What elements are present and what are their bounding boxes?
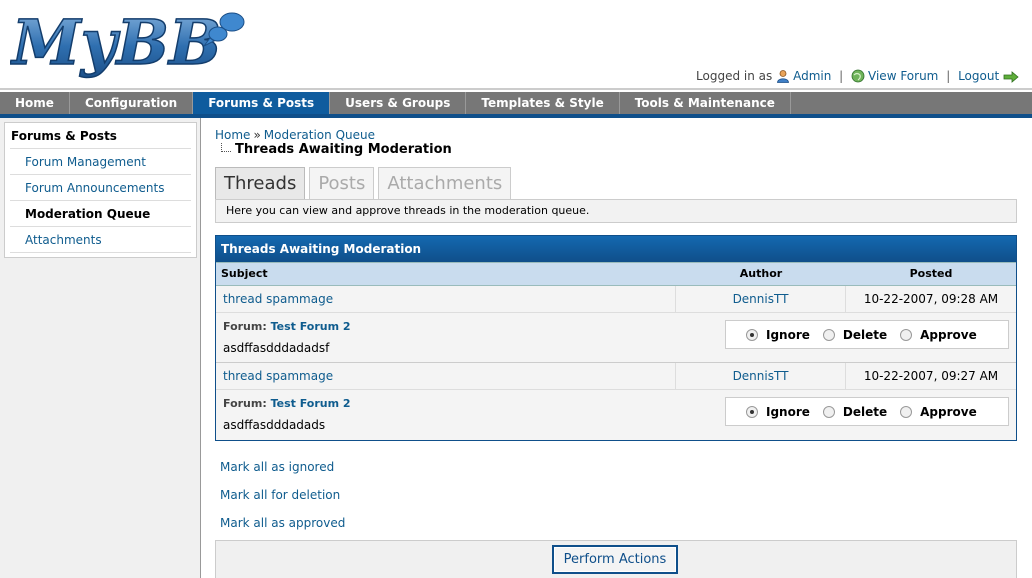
mark-all-approved-link[interactable]: Mark all as approved	[220, 516, 345, 530]
breadcrumb-home[interactable]: Home	[215, 128, 250, 142]
sidebar-item-attachments[interactable]: Attachments	[10, 227, 191, 253]
thread-posted-date: 10-22-2007, 09:27 AM	[863, 369, 999, 383]
main-nav: Home Configuration Forums & Posts Users …	[0, 92, 1032, 114]
userbar: Logged in as Admin | View Forum | Logout	[696, 69, 1022, 86]
thread-subject-link[interactable]: thread spammage	[223, 369, 333, 383]
forum-label: Forum:	[223, 320, 267, 333]
forum-label: Forum:	[223, 397, 267, 410]
action-delete-label: Delete	[842, 404, 888, 419]
nav-templates-style[interactable]: Templates & Style	[466, 92, 620, 114]
sidebar-item-forum-announcements[interactable]: Forum Announcements	[10, 175, 191, 201]
sidebar-menu: Forums & Posts Forum Management Forum An…	[4, 122, 197, 258]
radio-approve[interactable]	[900, 328, 913, 341]
radio-ignore[interactable]	[746, 328, 758, 341]
nav-home[interactable]: Home	[0, 92, 70, 114]
action-delete[interactable]: Delete	[822, 327, 888, 342]
tab-threads[interactable]: Threads	[215, 167, 306, 200]
sidebar-item-forum-management[interactable]: Forum Management	[10, 149, 191, 175]
nav-configuration[interactable]: Configuration	[70, 92, 194, 114]
thread-action-group: Ignore Delete Approve	[725, 320, 1009, 349]
action-ignore[interactable]: Ignore	[746, 405, 810, 419]
action-approve-label: Approve	[920, 327, 977, 342]
tab-description: Here you can view and approve threads in…	[215, 199, 1017, 223]
sidebar-column: Forums & Posts Forum Management Forum An…	[0, 118, 201, 578]
thread-subject-link[interactable]: thread spammage	[223, 292, 333, 306]
tab-bar: Threads Posts Attachments	[215, 167, 515, 200]
mark-all-ignored-link[interactable]: Mark all as ignored	[220, 460, 334, 474]
nav-forums-posts[interactable]: Forums & Posts	[193, 92, 331, 114]
thread-forum: Forum: Test Forum 2	[223, 320, 351, 333]
breadcrumb-separator: »	[253, 128, 261, 142]
perform-actions-button[interactable]: Perform Actions	[552, 545, 678, 574]
thread-author-link[interactable]: DennisTT	[733, 292, 789, 306]
mark-all-links: Mark all as ignored Mark all for deletio…	[220, 457, 345, 541]
sidebar-item-moderation-queue[interactable]: Moderation Queue	[10, 201, 191, 227]
thread-action-group: Ignore Delete Approve	[725, 397, 1009, 426]
breadcrumb-moderation-queue[interactable]: Moderation Queue	[264, 128, 375, 142]
action-ignore-label: Ignore	[766, 404, 810, 419]
mark-all-deletion-link[interactable]: Mark all for deletion	[220, 488, 340, 502]
separator: |	[946, 69, 951, 83]
table-row-detail: Forum: Test Forum 2 asdffasdddadadsf Ign…	[216, 313, 1016, 363]
column-subject: Subject	[221, 267, 268, 280]
action-ignore-label: Ignore	[766, 327, 810, 342]
table-row-detail: Forum: Test Forum 2 asdffasdddadads Igno…	[216, 390, 1016, 440]
breadcrumb: Home» Moderation Queue	[215, 128, 375, 142]
nav-users-groups[interactable]: Users & Groups	[330, 92, 467, 114]
table-row: thread spammage DennisTT 10-22-2007, 09:…	[216, 286, 1016, 313]
logout-link[interactable]: Logout	[958, 69, 999, 83]
thread-author-link[interactable]: DennisTT	[733, 369, 789, 383]
forum-link[interactable]: Test Forum 2	[271, 320, 351, 333]
mybb-logo-icon: MyBB	[9, 5, 245, 80]
thread-forum: Forum: Test Forum 2	[223, 397, 351, 410]
thread-message: asdffasdddadadsf	[223, 341, 330, 355]
action-delete[interactable]: Delete	[822, 404, 888, 419]
moderation-table: Threads Awaiting Moderation Subject Auth…	[215, 235, 1017, 441]
view-forum-link[interactable]: View Forum	[868, 69, 938, 83]
radio-delete[interactable]	[822, 405, 835, 418]
logged-in-label: Logged in as	[696, 69, 773, 83]
submit-bar: Perform Actions	[215, 540, 1017, 578]
table-title: Threads Awaiting Moderation	[216, 236, 1016, 262]
thread-message: asdffasdddadads	[223, 418, 326, 432]
column-author: Author	[739, 267, 783, 280]
user-link[interactable]: Admin	[793, 69, 831, 83]
radio-ignore[interactable]	[746, 405, 758, 418]
tab-attachments[interactable]: Attachments	[378, 167, 512, 199]
forum-link[interactable]: Test Forum 2	[271, 397, 351, 410]
sidebar-title: Forums & Posts	[10, 126, 191, 149]
column-posted: Posted	[909, 267, 953, 280]
nav-tools-maintenance[interactable]: Tools & Maintenance	[620, 92, 791, 114]
arrow-right-icon	[1003, 71, 1019, 86]
action-ignore[interactable]: Ignore	[746, 328, 810, 342]
svg-text:MyBB: MyBB	[10, 6, 221, 79]
tab-posts[interactable]: Posts	[309, 167, 375, 199]
table-row: thread spammage DennisTT 10-22-2007, 09:…	[216, 363, 1016, 390]
globe-icon	[851, 69, 865, 86]
header-divider	[0, 88, 1032, 90]
action-delete-label: Delete	[842, 327, 888, 342]
table-column-headers: Subject Author Posted	[216, 262, 1016, 286]
action-approve[interactable]: Approve	[900, 328, 977, 342]
mybb-logo[interactable]: MyBB	[9, 5, 250, 82]
user-icon	[776, 69, 790, 86]
header: MyBB Logged in as Admin | View Forum | L…	[0, 0, 1032, 92]
radio-delete[interactable]	[822, 328, 835, 341]
thread-posted-date: 10-22-2007, 09:28 AM	[863, 292, 999, 306]
page-title: Threads Awaiting Moderation	[235, 142, 452, 157]
radio-approve[interactable]	[900, 405, 913, 418]
separator: |	[839, 69, 844, 83]
action-approve-label: Approve	[920, 404, 977, 419]
action-approve[interactable]: Approve	[900, 405, 977, 419]
